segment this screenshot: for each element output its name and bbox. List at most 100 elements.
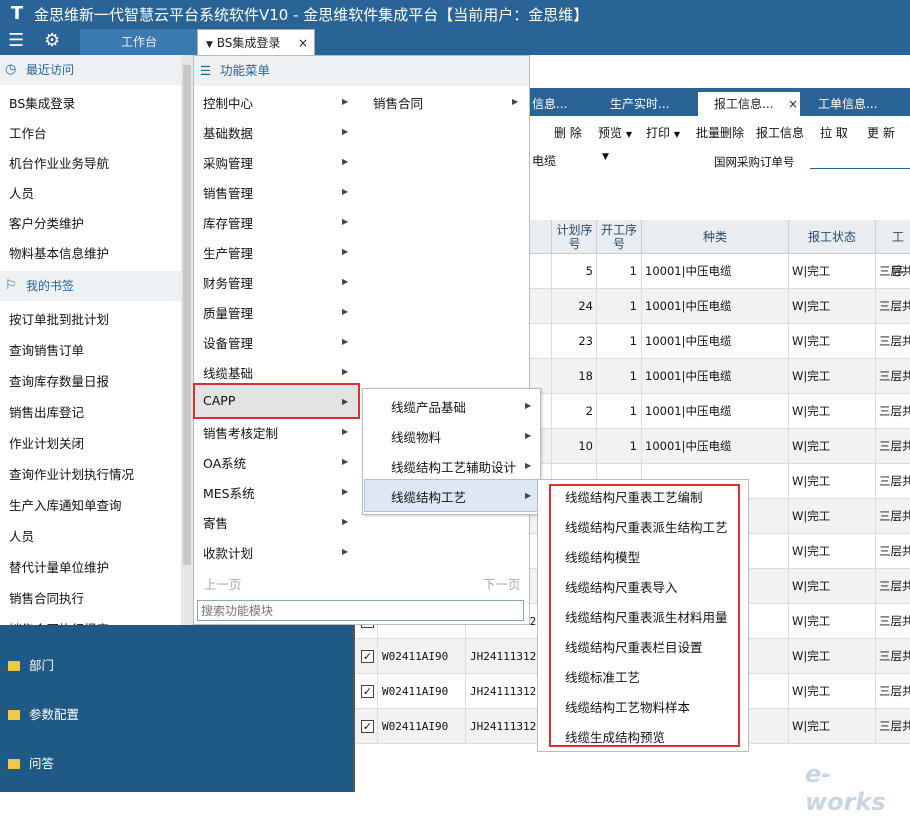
recent-item[interactable]: 人员	[9, 183, 34, 202]
subtab-report-info[interactable]: 报工信息... ×	[698, 92, 800, 116]
process-submenu-item[interactable]: 线缆结构尺重表导入	[565, 577, 678, 596]
bookmark-item[interactable]: 按订单批到批计划	[9, 309, 109, 328]
capp-submenu-item[interactable]: 线缆产品基础	[391, 397, 466, 416]
bookmark-item[interactable]: 查询库存数量日报	[9, 371, 109, 390]
menu-list-icon[interactable]: ☰	[8, 30, 24, 51]
menu-search-input[interactable]	[197, 600, 524, 621]
row-report-state: W|完工	[788, 254, 875, 289]
menu-item[interactable]: 线缆基础	[203, 363, 253, 382]
menu-item[interactable]: MES系统	[203, 483, 255, 502]
row-checkbox[interactable]: ✓	[361, 650, 374, 663]
process-submenu-item[interactable]: 线缆生成结构预览	[565, 727, 665, 746]
chevron-right-icon: ▶	[525, 431, 532, 440]
tab-bs-login[interactable]: ▼ BS集成登录 ×	[197, 29, 315, 55]
subtab-production-realtime[interactable]: 生产实时...	[610, 92, 669, 116]
pull-button[interactable]: 拉 取	[820, 124, 848, 141]
menu-item-sales-contract[interactable]: 销售合同	[373, 93, 423, 112]
process-submenu-item[interactable]: 线缆标准工艺	[565, 667, 640, 686]
nav-department[interactable]: 部门	[8, 655, 54, 674]
row-plan-seq: 2	[551, 394, 597, 429]
preview-button[interactable]: 预览 ▼	[598, 124, 632, 141]
menu-item[interactable]: CAPP	[203, 393, 235, 408]
menu-item[interactable]: 库存管理	[203, 213, 253, 232]
col-kind[interactable]: 种类	[641, 220, 788, 254]
row-workorder: W02411AI90	[377, 639, 465, 674]
left-scrollbar[interactable]	[181, 55, 193, 625]
nav-params[interactable]: 参数配置	[8, 704, 79, 723]
recent-item[interactable]: 机台作业业务导航	[9, 153, 109, 172]
menu-item[interactable]: 基础数据	[203, 123, 253, 142]
close-icon[interactable]: ×	[298, 30, 308, 56]
cable-select-value: 电缆	[532, 154, 557, 168]
prev-page-button[interactable]: 上一页	[204, 574, 242, 593]
menu-item[interactable]: 销售考核定制	[203, 423, 278, 442]
capp-submenu-item[interactable]: 线缆物料	[391, 427, 441, 446]
row-process: 三层共	[875, 534, 910, 569]
subtab-info[interactable]: 信息...	[532, 92, 567, 116]
bookmark-item[interactable]: 销售合同执行	[9, 588, 84, 607]
menu-item[interactable]: 设备管理	[203, 333, 253, 352]
update-button[interactable]: 更 新	[867, 124, 895, 141]
batch-delete-button[interactable]: 批量删除	[696, 124, 744, 141]
row-report-state: W|完工	[788, 394, 875, 429]
print-button[interactable]: 打印 ▼	[646, 124, 680, 141]
subtab-workorder-info[interactable]: 工单信息...	[818, 92, 877, 116]
recent-item[interactable]: BS集成登录	[9, 93, 75, 112]
bookmark-item[interactable]: 作业计划关闭	[9, 433, 84, 452]
menu-item[interactable]: OA系统	[203, 453, 246, 472]
close-icon[interactable]: ×	[788, 92, 798, 116]
menu-item[interactable]: 生产管理	[203, 243, 253, 262]
row-process: 三层共	[875, 639, 910, 674]
chevron-right-icon: ▶	[342, 517, 349, 526]
col-start-seq[interactable]: 开工序号	[596, 220, 641, 254]
menu-item[interactable]: 寄售	[203, 513, 228, 532]
order-number-input[interactable]	[810, 168, 910, 169]
nav-params-label: 参数配置	[29, 707, 80, 722]
recent-item[interactable]: 物料基本信息维护	[9, 243, 109, 262]
bookmark-item[interactable]: 替代计量单位维护	[9, 557, 109, 576]
tab-workbench[interactable]: 工作台	[80, 29, 198, 55]
col-process[interactable]: 工序	[875, 220, 910, 278]
row-report-state: W|完工	[788, 464, 875, 499]
process-submenu-item[interactable]: 线缆结构尺重表派生材料用量	[565, 607, 728, 626]
recent-item[interactable]: 工作台	[9, 123, 47, 142]
cable-select[interactable]: 电缆 ▼	[532, 152, 612, 169]
bookmark-item[interactable]: 销售出库登记	[9, 402, 84, 421]
next-page-button[interactable]: 下一页	[483, 574, 521, 593]
chevron-right-icon: ▶	[342, 247, 349, 256]
gear-icon[interactable]: ⚙	[44, 30, 60, 51]
process-submenu-item[interactable]: 线缆结构模型	[565, 547, 640, 566]
nav-qa[interactable]: 问答	[8, 753, 54, 772]
row-report-state: W|完工	[788, 569, 875, 604]
row-process: 三层共	[875, 254, 910, 289]
row-report-state: W|完工	[788, 534, 875, 569]
col-report-state[interactable]: 报工状态	[788, 220, 875, 254]
menu-item[interactable]: 收款计划	[203, 543, 253, 562]
scrollbar-thumb[interactable]	[183, 65, 191, 565]
delete-button[interactable]: 删 除	[554, 124, 582, 141]
bookmark-item[interactable]: 人员	[9, 526, 34, 545]
bookmark-item[interactable]: 查询作业计划执行情况	[9, 464, 134, 483]
col-plan-seq[interactable]: 计划序号	[551, 220, 597, 254]
menu-item[interactable]: 质量管理	[203, 303, 253, 322]
menu-item[interactable]: 控制中心	[203, 93, 253, 112]
bookmark-item[interactable]: 生产入库通知单查询	[9, 495, 122, 514]
order-number-label: 国网采购订单号	[714, 155, 795, 169]
process-submenu-item[interactable]: 线缆结构尺重表栏目设置	[565, 637, 703, 656]
menu-item[interactable]: 采购管理	[203, 153, 253, 172]
preview-label: 预览	[598, 126, 623, 140]
menu-item[interactable]: 财务管理	[203, 273, 253, 292]
row-checkbox[interactable]: ✓	[361, 685, 374, 698]
process-submenu-item[interactable]: 线缆结构工艺物料样本	[565, 697, 690, 716]
chevron-right-icon: ▶	[342, 427, 349, 436]
recent-item[interactable]: 客户分类维护	[9, 213, 84, 232]
menu-item[interactable]: 销售管理	[203, 183, 253, 202]
row-start-seq: 1	[596, 289, 641, 324]
capp-submenu-item[interactable]: 线缆结构工艺辅助设计	[391, 457, 516, 476]
capp-submenu-item[interactable]: 线缆结构工艺	[391, 487, 466, 506]
process-submenu-item[interactable]: 线缆结构尺重表工艺编制	[565, 487, 703, 506]
report-info-button[interactable]: 报工信息	[756, 124, 804, 141]
process-submenu-item[interactable]: 线缆结构尺重表派生结构工艺	[565, 517, 728, 536]
row-checkbox[interactable]: ✓	[361, 720, 374, 733]
bookmark-item[interactable]: 查询销售订单	[9, 340, 84, 359]
